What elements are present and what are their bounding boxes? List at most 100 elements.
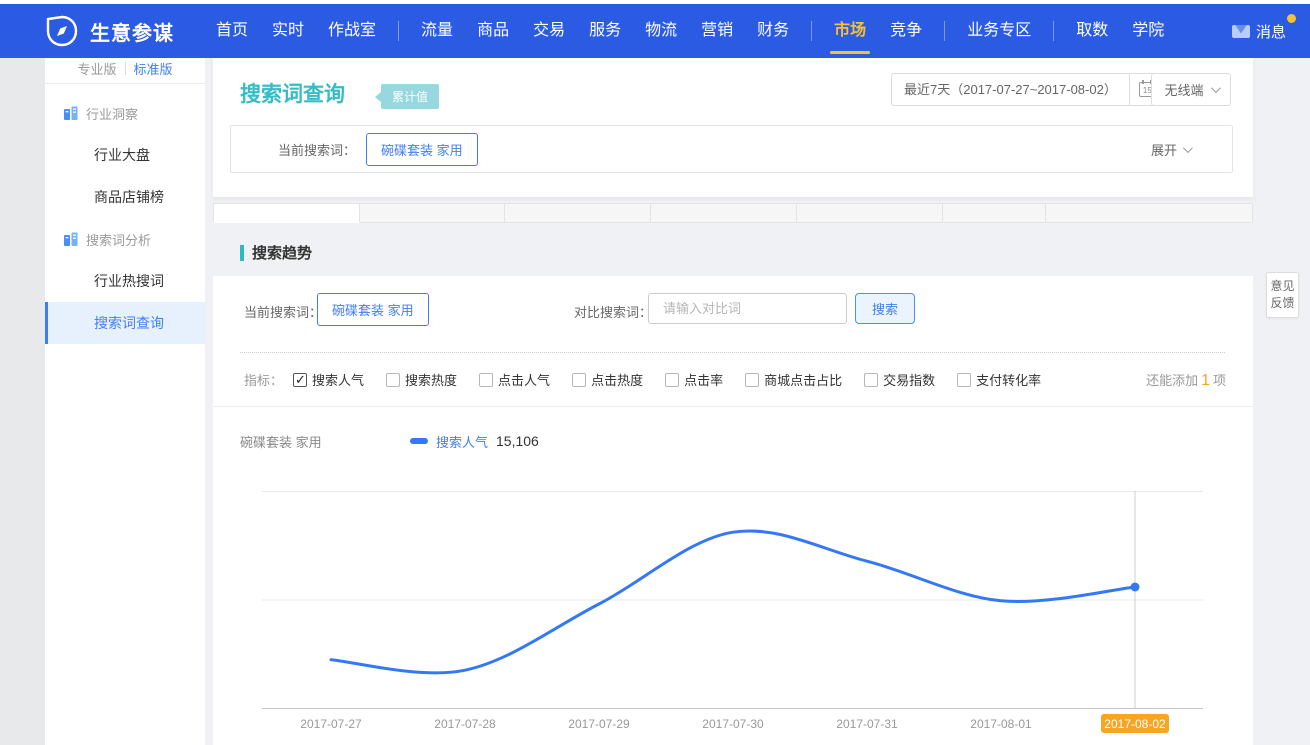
- legend-series-name[interactable]: 搜索人气: [436, 432, 488, 451]
- metric-label: 交易指数: [883, 370, 935, 389]
- checkbox-icon: [293, 373, 307, 387]
- nav-item-finance[interactable]: 财务: [757, 4, 789, 58]
- series-line-swatch: [410, 438, 428, 444]
- metric-label: 点击率: [684, 370, 723, 389]
- page-header-card: 搜索词查询 累计值 最近7天（2017-07-27~2017-08-02） 15…: [213, 58, 1253, 197]
- metric-checkbox-search-heat[interactable]: 搜索热度: [386, 370, 457, 389]
- nav-item-traffic[interactable]: 流量: [421, 4, 453, 58]
- sidebar: 专业版 标准版 行业洞察 行业大盘 商品店铺榜 搜索词分析: [45, 58, 205, 745]
- sidebar-item-industry-dashboard[interactable]: 行业大盘: [45, 134, 205, 176]
- nav-divider: [1053, 21, 1054, 41]
- tab[interactable]: [797, 203, 943, 223]
- envelope-icon: [1232, 25, 1250, 38]
- sidebar-item-product-shop-ranking[interactable]: 商品店铺榜: [45, 176, 205, 218]
- compare-term-label: 对比搜索词：: [574, 302, 652, 321]
- svg-text:2017-08-02: 2017-08-02: [1104, 717, 1166, 731]
- expand-label: 展开: [1151, 140, 1177, 159]
- tab[interactable]: [943, 203, 1046, 223]
- page-title: 搜索词查询: [240, 78, 345, 108]
- checkbox-icon: [479, 373, 493, 387]
- feedback-button[interactable]: 意见反馈: [1266, 272, 1299, 318]
- metric-label: 点击热度: [591, 370, 643, 389]
- compare-term-input-wrap: [648, 293, 847, 324]
- nav-item-competition[interactable]: 竞争: [890, 4, 922, 58]
- remaining-quota-text: 还能添加1项: [1146, 370, 1226, 390]
- messages-label: 消息: [1256, 21, 1286, 42]
- svg-text:2017-07-27: 2017-07-27: [300, 717, 362, 731]
- metrics-row: 指标： 搜索人气 搜索热度 点击人气 点击热度 点击率 商城点击占比 交易指数 …: [213, 353, 1253, 407]
- metric-checkbox-click-popularity[interactable]: 点击人气: [479, 370, 550, 389]
- metric-checkbox-click-rate[interactable]: 点击率: [665, 370, 723, 389]
- date-range-text: 最近7天（2017-07-27~2017-08-02）: [892, 74, 1129, 105]
- result-tab-strip: [213, 203, 1253, 223]
- nav-item-market[interactable]: 市场: [834, 4, 866, 58]
- version-switcher: 专业版 标准版: [45, 58, 205, 84]
- tab[interactable]: [651, 203, 797, 223]
- chart-legend-row: 碗碟套装 家用 搜索人气 15,106: [213, 421, 1253, 461]
- svg-text:2017-07-30: 2017-07-30: [702, 717, 764, 731]
- current-term-box: 当前搜索词： 碗碟套装 家用 展开: [230, 125, 1233, 173]
- nav-divider: [944, 21, 945, 41]
- messages-button[interactable]: 消息: [1232, 21, 1286, 42]
- checkbox-icon: [665, 373, 679, 387]
- chevron-down-icon: [1210, 83, 1220, 93]
- section-title-text: 搜索趋势: [252, 242, 312, 263]
- metric-checkbox-pay-conversion[interactable]: 支付转化率: [957, 370, 1041, 389]
- legend-series-value: 15,106: [496, 433, 539, 449]
- chevron-down-icon: [1183, 143, 1193, 153]
- sidebar-item-search-word-query[interactable]: 搜索词查询: [45, 302, 205, 344]
- checkbox-icon: [572, 373, 586, 387]
- section-header-search-trend: 搜索趋势: [240, 242, 312, 263]
- metric-checkbox-search-popularity[interactable]: 搜索人气: [293, 370, 364, 389]
- nav-item-home[interactable]: 首页: [216, 4, 248, 58]
- expand-toggle[interactable]: 展开: [1151, 140, 1190, 159]
- svg-text:2017-07-28: 2017-07-28: [434, 717, 496, 731]
- tab[interactable]: [1046, 203, 1253, 223]
- sidebar-section-label: 行业洞察: [86, 104, 138, 123]
- compare-term-input[interactable]: [663, 301, 839, 316]
- sycm-logo-icon: [46, 15, 78, 47]
- metric-checkbox-mall-click-share[interactable]: 商城点击占比: [745, 370, 842, 389]
- nav-item-marketing[interactable]: 营销: [701, 4, 733, 58]
- date-range-picker[interactable]: 最近7天（2017-07-27~2017-08-02） 15: [891, 73, 1166, 106]
- buildings-icon: [63, 106, 78, 120]
- nav-item-trade[interactable]: 交易: [533, 4, 565, 58]
- metric-label: 点击人气: [498, 370, 550, 389]
- terminal-select[interactable]: 无线端: [1151, 73, 1231, 106]
- buildings-icon: [63, 232, 78, 246]
- checkbox-icon: [957, 373, 971, 387]
- tab[interactable]: [505, 203, 651, 223]
- search-button[interactable]: 搜索: [855, 293, 915, 324]
- remaining-count: 1: [1201, 372, 1210, 389]
- metric-checkbox-trade-index[interactable]: 交易指数: [864, 370, 935, 389]
- metric-label: 搜索热度: [405, 370, 457, 389]
- nav-item-data-fetch[interactable]: 取数: [1076, 4, 1108, 58]
- accent-bar: [240, 245, 244, 261]
- sidebar-section-label: 搜索词分析: [86, 230, 151, 249]
- version-tab-pro[interactable]: 专业版: [77, 59, 116, 78]
- nav-item-logistics[interactable]: 物流: [645, 4, 677, 58]
- current-term-chip[interactable]: 碗碟套装 家用: [317, 293, 429, 326]
- metrics-label: 指标：: [244, 370, 283, 389]
- metric-label: 搜索人气: [312, 370, 364, 389]
- cumulative-value-badge: 累计值: [381, 84, 439, 109]
- version-tab-standard[interactable]: 标准版: [134, 59, 173, 78]
- checkbox-icon: [745, 373, 759, 387]
- nav-item-business-zone[interactable]: 业务专区: [967, 4, 1031, 58]
- nav-item-goods[interactable]: 商品: [477, 4, 509, 58]
- nav-item-realtime[interactable]: 实时: [272, 4, 304, 58]
- svg-text:2017-07-29: 2017-07-29: [568, 717, 630, 731]
- trend-line-chart[interactable]: 2017-07-27 2017-07-28 2017-07-29 2017-07-30…: [262, 491, 1203, 741]
- nav-item-service[interactable]: 服务: [589, 4, 621, 58]
- metric-checkbox-click-heat[interactable]: 点击热度: [572, 370, 643, 389]
- nav-item-warroom[interactable]: 作战室: [328, 4, 376, 58]
- sidebar-item-hot-search-words[interactable]: 行业热搜词: [45, 260, 205, 302]
- tab-active[interactable]: [213, 203, 360, 223]
- nav-item-academy[interactable]: 学院: [1132, 4, 1164, 58]
- tab[interactable]: [360, 203, 505, 223]
- nav-divider: [398, 21, 399, 41]
- svg-text:2017-07-31: 2017-07-31: [836, 717, 898, 731]
- brand-title[interactable]: 生意参谋: [90, 17, 174, 46]
- current-term-chip[interactable]: 碗碟套装 家用: [366, 133, 478, 166]
- checkbox-icon: [864, 373, 878, 387]
